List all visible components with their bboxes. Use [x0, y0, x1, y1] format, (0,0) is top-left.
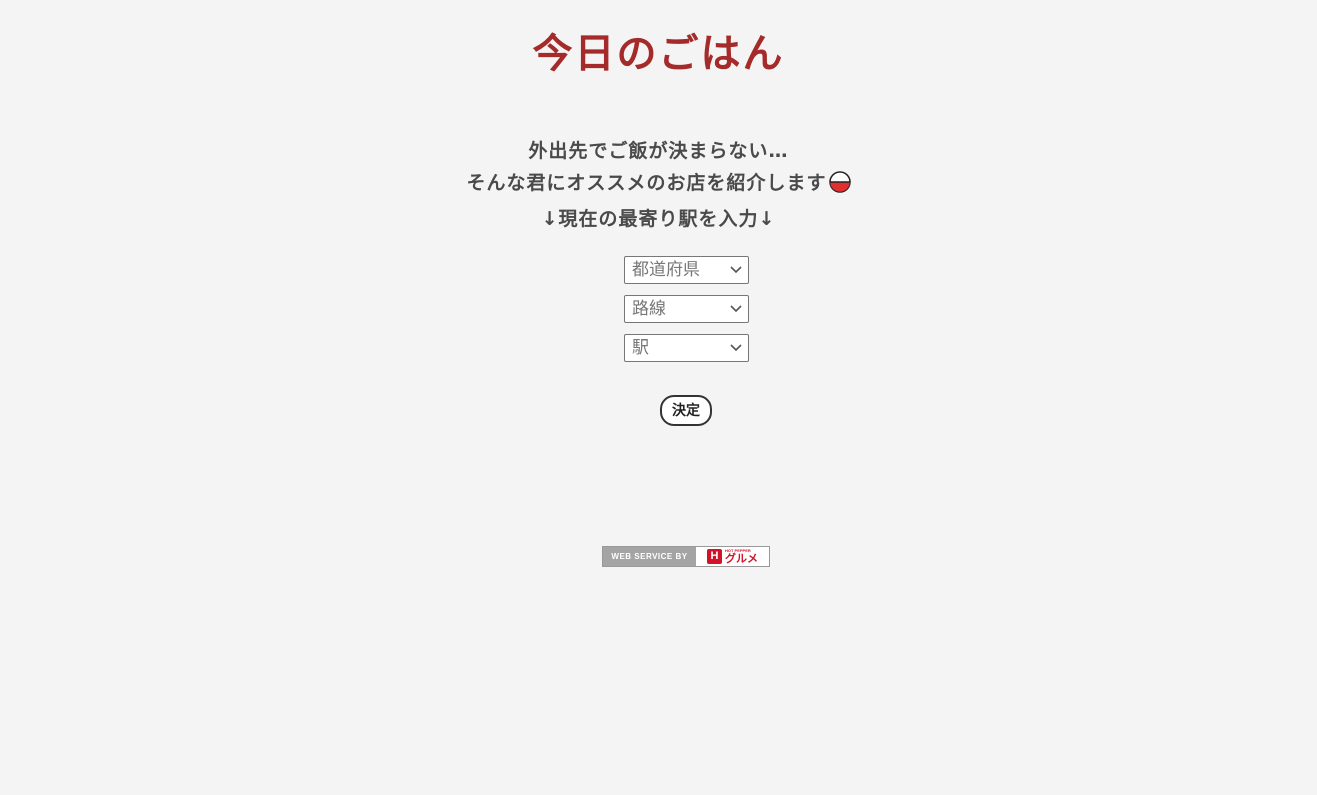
station-select-value: 駅	[632, 338, 649, 358]
intro-line-2-wrap: そんな君にオススメのお店を紹介します	[0, 167, 1317, 203]
intro-text: 外出先でご飯が決まらない… そんな君にオススメのお店を紹介します ↓現在の最寄り…	[0, 135, 1317, 235]
hotpepper-brand-big: グルメ	[725, 552, 758, 565]
hotpepper-brand: HOT PEPPER グルメ	[725, 549, 758, 565]
page-title: 今日のごはん	[532, 31, 785, 77]
chevron-down-icon	[730, 266, 742, 274]
web-service-by-label: WEB SERVICE BY	[603, 547, 696, 566]
hotpepper-h-icon: H	[707, 549, 722, 564]
station-form: 都道府県 路線 駅	[624, 256, 749, 373]
prefecture-select-value: 都道府県	[632, 260, 700, 280]
hotpepper-credit-link[interactable]: WEB SERVICE BY H HOT PEPPER グルメ	[602, 546, 770, 567]
chevron-down-icon	[730, 344, 742, 352]
line-select-value: 路線	[632, 299, 666, 319]
rice-bowl-icon	[828, 171, 851, 203]
line-select[interactable]: 路線	[624, 295, 749, 323]
hotpepper-logo: H HOT PEPPER グルメ	[696, 547, 769, 566]
submit-button[interactable]: 決定	[660, 395, 712, 426]
intro-line-3: ↓現在の最寄り駅を入力↓	[541, 208, 776, 230]
prefecture-select[interactable]: 都道府県	[624, 256, 749, 284]
intro-line-1: 外出先でご飯が決まらない…	[528, 140, 789, 162]
chevron-down-icon	[730, 305, 742, 313]
station-select[interactable]: 駅	[624, 334, 749, 362]
intro-line-2: そんな君にオススメのお店を紹介します	[466, 172, 827, 194]
